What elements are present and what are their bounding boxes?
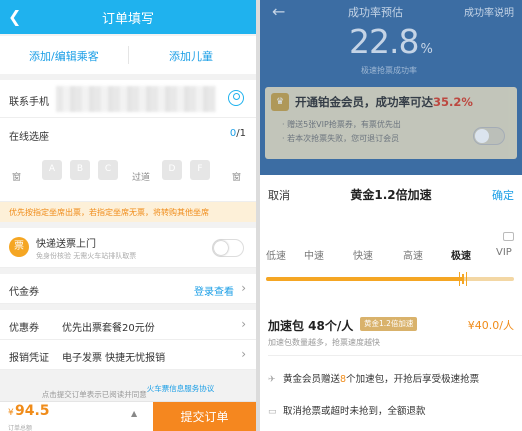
add-passenger-button[interactable]: 添加/编辑乘客 <box>29 48 99 64</box>
platinum-member-card: ♛ 开通铂金会员，成功率可达35.2% · 赠送5张VIP抢票券，有票优先出 ·… <box>265 87 517 159</box>
service-agreement-link[interactable]: 火车票信息服务协议 <box>147 384 215 393</box>
chevron-right-icon: › <box>241 317 246 331</box>
currency-symbol: ¥ <box>8 408 14 418</box>
seat-b[interactable]: B <box>70 160 90 180</box>
speed-mid[interactable]: 中速 <box>304 247 324 262</box>
total-price: 94.5 <box>15 403 50 419</box>
voucher-row[interactable]: 代金券 登录查看 › <box>0 274 256 304</box>
header-bar: ❮ 订单填写 <box>0 0 256 34</box>
fast-delivery-toggle[interactable] <box>212 239 244 257</box>
speedup-screen: ← 成功率预估 成功率说明 22.8% 极速抢票成功率 ♛ 开通铂金会员，成功率… <box>260 0 522 431</box>
vip-benefit-1: · 赠送5张VIP抢票券，有票优先出 <box>282 120 401 129</box>
coupon-value: 优先出票套餐20元份 <box>62 323 155 334</box>
speed-vip[interactable]: VIP <box>496 247 512 258</box>
divider <box>128 46 129 64</box>
seat-a[interactable]: A <box>42 160 62 180</box>
speedup-sheet: 取消 黄金1.2倍加速 确定 低速 中速 快速 高速 极速 VIP 加速包 48… <box>260 175 522 431</box>
speed-extreme[interactable]: 极速 <box>451 247 471 262</box>
success-rate-caption: 极速抢票成功率 <box>361 66 417 75</box>
seat-c[interactable]: C <box>98 160 118 180</box>
window-right-label: 窗 <box>232 173 242 183</box>
receipt-row[interactable]: 报销凭证 电子发票 快捷无忧报销 › <box>0 340 256 370</box>
chevron-right-icon: › <box>241 347 246 361</box>
phone-label: 联系手机 <box>9 97 49 108</box>
success-rate-header: ← 成功率预估 成功率说明 22.8% 极速抢票成功率 ♛ 开通铂金会员，成功率… <box>260 0 522 175</box>
speed-fast[interactable]: 快速 <box>353 247 373 262</box>
seat-label: 在线选座 <box>9 132 49 143</box>
seat-row: 窗 A B C 过道 D F 窗 <box>10 160 246 183</box>
package-price: ¥40.0/人 <box>467 319 514 332</box>
ticket-icon: 票 <box>9 237 29 257</box>
window-left-label: 窗 <box>12 173 22 183</box>
page-title: 订单填写 <box>101 12 154 27</box>
agreement-text: 点击提交订单表示已阅读并同意火车票信息服务协议 <box>41 384 215 399</box>
total-caption: 订单总额 <box>8 425 33 431</box>
seat-notice: 优先按指定坐席出票，若指定坐席无票，将转购其他坐席 <box>0 202 256 222</box>
package-title: 加速包 48个/人 <box>268 319 354 333</box>
order-footer: ¥ 94.5 订单总额 ▲ 提交订单 <box>0 401 256 431</box>
arrow-left-icon[interactable]: ← <box>272 2 285 21</box>
login-view-link[interactable]: 登录查看 <box>194 283 234 298</box>
chevron-right-icon: › <box>241 281 246 295</box>
chevron-up-icon[interactable]: ▲ <box>131 409 137 418</box>
phone-row: 联系手机 <box>0 80 256 118</box>
add-child-button[interactable]: 添加儿童 <box>169 48 213 64</box>
coupon-label: 优惠券 <box>9 323 39 334</box>
speed-slider-fill <box>266 277 465 281</box>
package-badge: 黄金1.2倍加速 <box>360 317 418 331</box>
aisle-label: 过道 <box>132 173 151 183</box>
receipt-value: 电子发票 快捷无忧报销 <box>62 353 166 364</box>
refund-icon: ▭ <box>268 407 277 417</box>
add-passenger-bar: 添加/编辑乘客 添加儿童 <box>0 36 256 74</box>
seat-selection: 在线选座 0/1 窗 A B C 过道 D F 窗 <box>0 118 256 202</box>
phone-input[interactable] <box>56 86 216 112</box>
speed-slider[interactable] <box>266 277 514 281</box>
fast-delivery-title: 快递送票上门 <box>36 239 96 250</box>
crown-icon: ♛ <box>271 93 289 111</box>
vip-benefit-2: · 若本次抢票失败，您可退订会员 <box>282 134 400 143</box>
coupon-row[interactable]: 优惠券 优先出票套餐20元份 › <box>0 310 256 340</box>
receipt-label: 报销凭证 <box>9 353 49 364</box>
package-subtitle: 加速包数量越多，抢票速度越快 <box>268 338 380 347</box>
speed-high[interactable]: 高速 <box>403 247 423 262</box>
sheet-title: 黄金1.2倍加速 <box>350 188 432 202</box>
speed-options: 低速 中速 快速 高速 极速 VIP <box>260 245 522 265</box>
speed-slider-handle[interactable] <box>459 272 467 286</box>
vip-crown-icon <box>503 232 514 241</box>
success-rate-value: 22.8% <box>349 22 433 61</box>
success-rate-title: 成功率预估 <box>348 6 403 19</box>
vip-toggle[interactable] <box>473 127 505 145</box>
seat-count: 0/1 <box>229 128 246 139</box>
seat-d[interactable]: D <box>162 160 182 180</box>
feature-gift-packages: ✈ 黄金会员赠送8个加速包，开抢后享受极速抢票 <box>268 374 480 385</box>
confirm-button[interactable]: 确定 <box>492 187 514 203</box>
person-icon[interactable] <box>228 90 244 106</box>
voucher-label: 代金券 <box>9 287 39 298</box>
rocket-icon: ✈ <box>268 375 276 385</box>
divider <box>268 355 522 356</box>
fast-delivery-row: 票 快递送票上门 免身份核验 无需火车站排队取票 <box>0 228 256 268</box>
fast-delivery-subtitle: 免身份核验 无需火车站排队取票 <box>36 252 137 260</box>
order-form-screen: ❮ 订单填写 添加/编辑乘客 添加儿童 联系手机 在线选座 0/1 窗 A B … <box>0 0 256 431</box>
submit-order-button[interactable]: 提交订单 <box>153 402 256 431</box>
feature-refund: ▭ 取消抢票或超时未抢到，全额退款 <box>268 406 426 417</box>
rate-explain-link[interactable]: 成功率说明 <box>464 4 514 19</box>
vip-headline: 开通铂金会员，成功率可达35.2% <box>295 95 473 109</box>
seat-f[interactable]: F <box>190 160 210 180</box>
speed-low[interactable]: 低速 <box>266 247 286 262</box>
